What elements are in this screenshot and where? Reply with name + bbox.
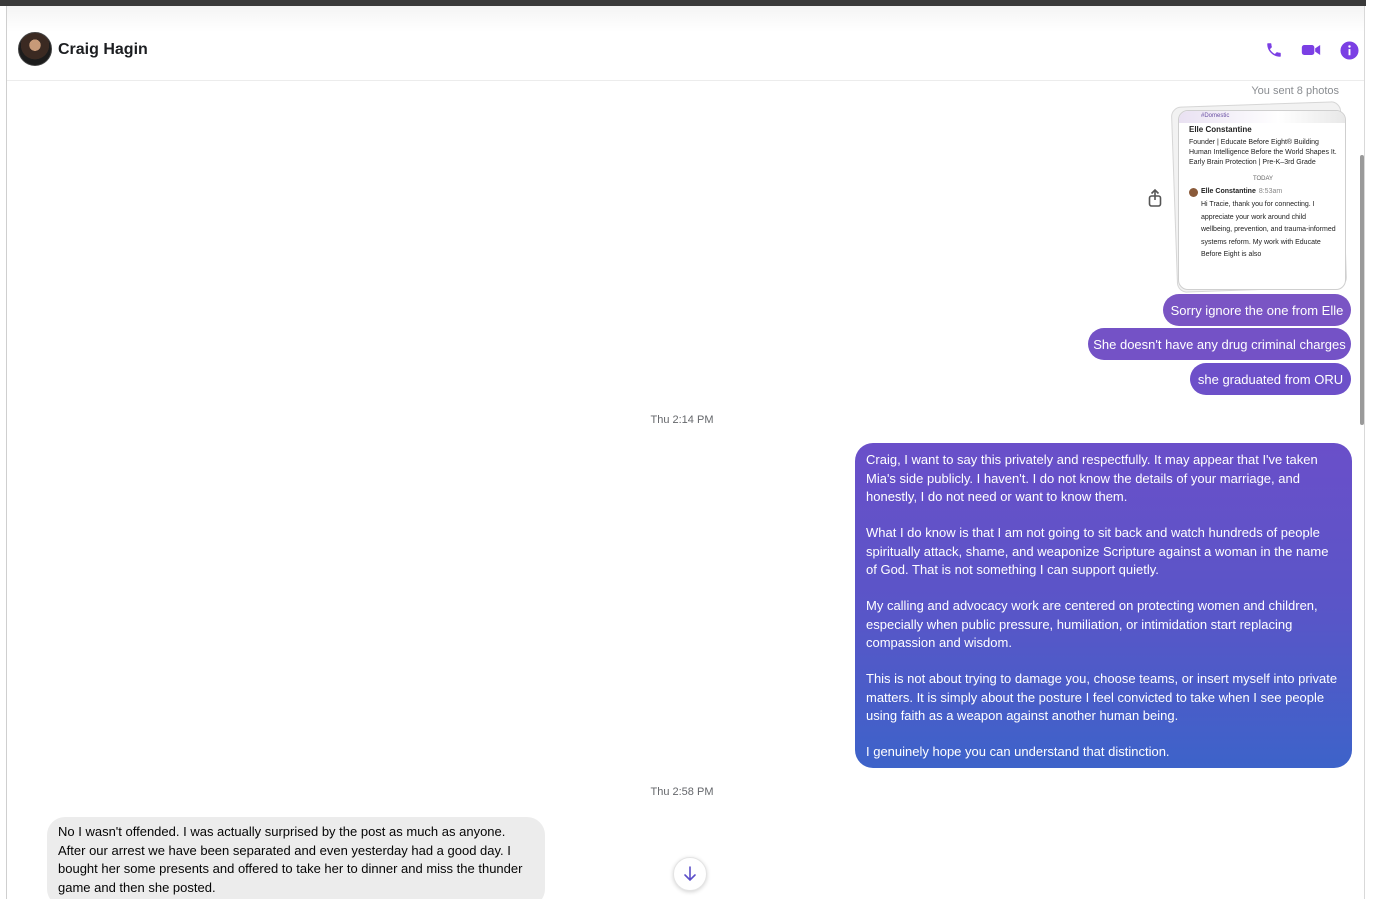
photo-headline: Founder | Educate Before Eight® Building…	[1189, 139, 1337, 166]
sent-message-bubble[interactable]: Sorry ignore the one from Elle	[1163, 294, 1351, 326]
sent-long-message-bubble[interactable]: Craig, I want to say this privately and …	[855, 443, 1352, 768]
contact-avatar[interactable]	[18, 32, 52, 66]
photo-preview[interactable]: #Domestic Elle Constantine Founder | Edu…	[1178, 110, 1346, 290]
share-icon[interactable]	[1146, 188, 1164, 208]
photo-sender-avatar	[1189, 187, 1198, 197]
photo-top-tag: #Domestic	[1179, 111, 1345, 123]
sent-message-bubble[interactable]: She doesn't have any drug criminal charg…	[1088, 328, 1351, 360]
video-icon[interactable]	[1301, 40, 1321, 60]
scrollbar-thumb[interactable]	[1360, 155, 1364, 425]
message-paragraph: Craig, I want to say this privately and …	[866, 452, 1318, 504]
message-timestamp: Thu 2:14 PM	[650, 414, 714, 426]
photo-sender-row: Elle Constantine 8:53am	[1189, 187, 1337, 197]
arrow-down-icon	[684, 866, 696, 882]
window-left-border	[6, 6, 7, 899]
message-timestamp: Thu 2:58 PM	[650, 786, 714, 798]
message-paragraph: I genuinely hope you can understand that…	[866, 744, 1170, 759]
window-right-border	[1364, 6, 1365, 899]
message-paragraph: What I do know is that I am not going to…	[866, 525, 1329, 577]
contact-name[interactable]: Craig Hagin	[58, 41, 148, 59]
sent-message-bubble[interactable]: she graduated from ORU	[1190, 363, 1351, 395]
received-message-bubble[interactable]: No I wasn't offended. I was actually sur…	[47, 817, 545, 899]
photo-sender-name: Elle Constantine	[1201, 188, 1256, 195]
chat-header: Craig Hagin	[7, 6, 1364, 81]
photo-day-label: TODAY	[1252, 176, 1274, 182]
message-paragraph: My calling and advocacy work are centere…	[866, 598, 1318, 650]
sent-photo-stack[interactable]: #Domestic Elle Constantine Founder | Edu…	[1170, 101, 1350, 293]
message-paragraph: This is not about trying to damage you, …	[866, 671, 1338, 723]
sent-photos-label: You sent 8 photos	[1251, 85, 1339, 97]
phone-icon[interactable]	[1264, 40, 1284, 60]
photo-profile-name: Elle Constantine	[1189, 125, 1252, 134]
photo-message-time: 8:53am	[1258, 188, 1283, 195]
photo-message-text: Hi Tracie, thank you for connecting. I a…	[1201, 201, 1336, 258]
info-icon[interactable]	[1339, 40, 1359, 60]
scroll-to-bottom-button[interactable]	[673, 857, 707, 891]
